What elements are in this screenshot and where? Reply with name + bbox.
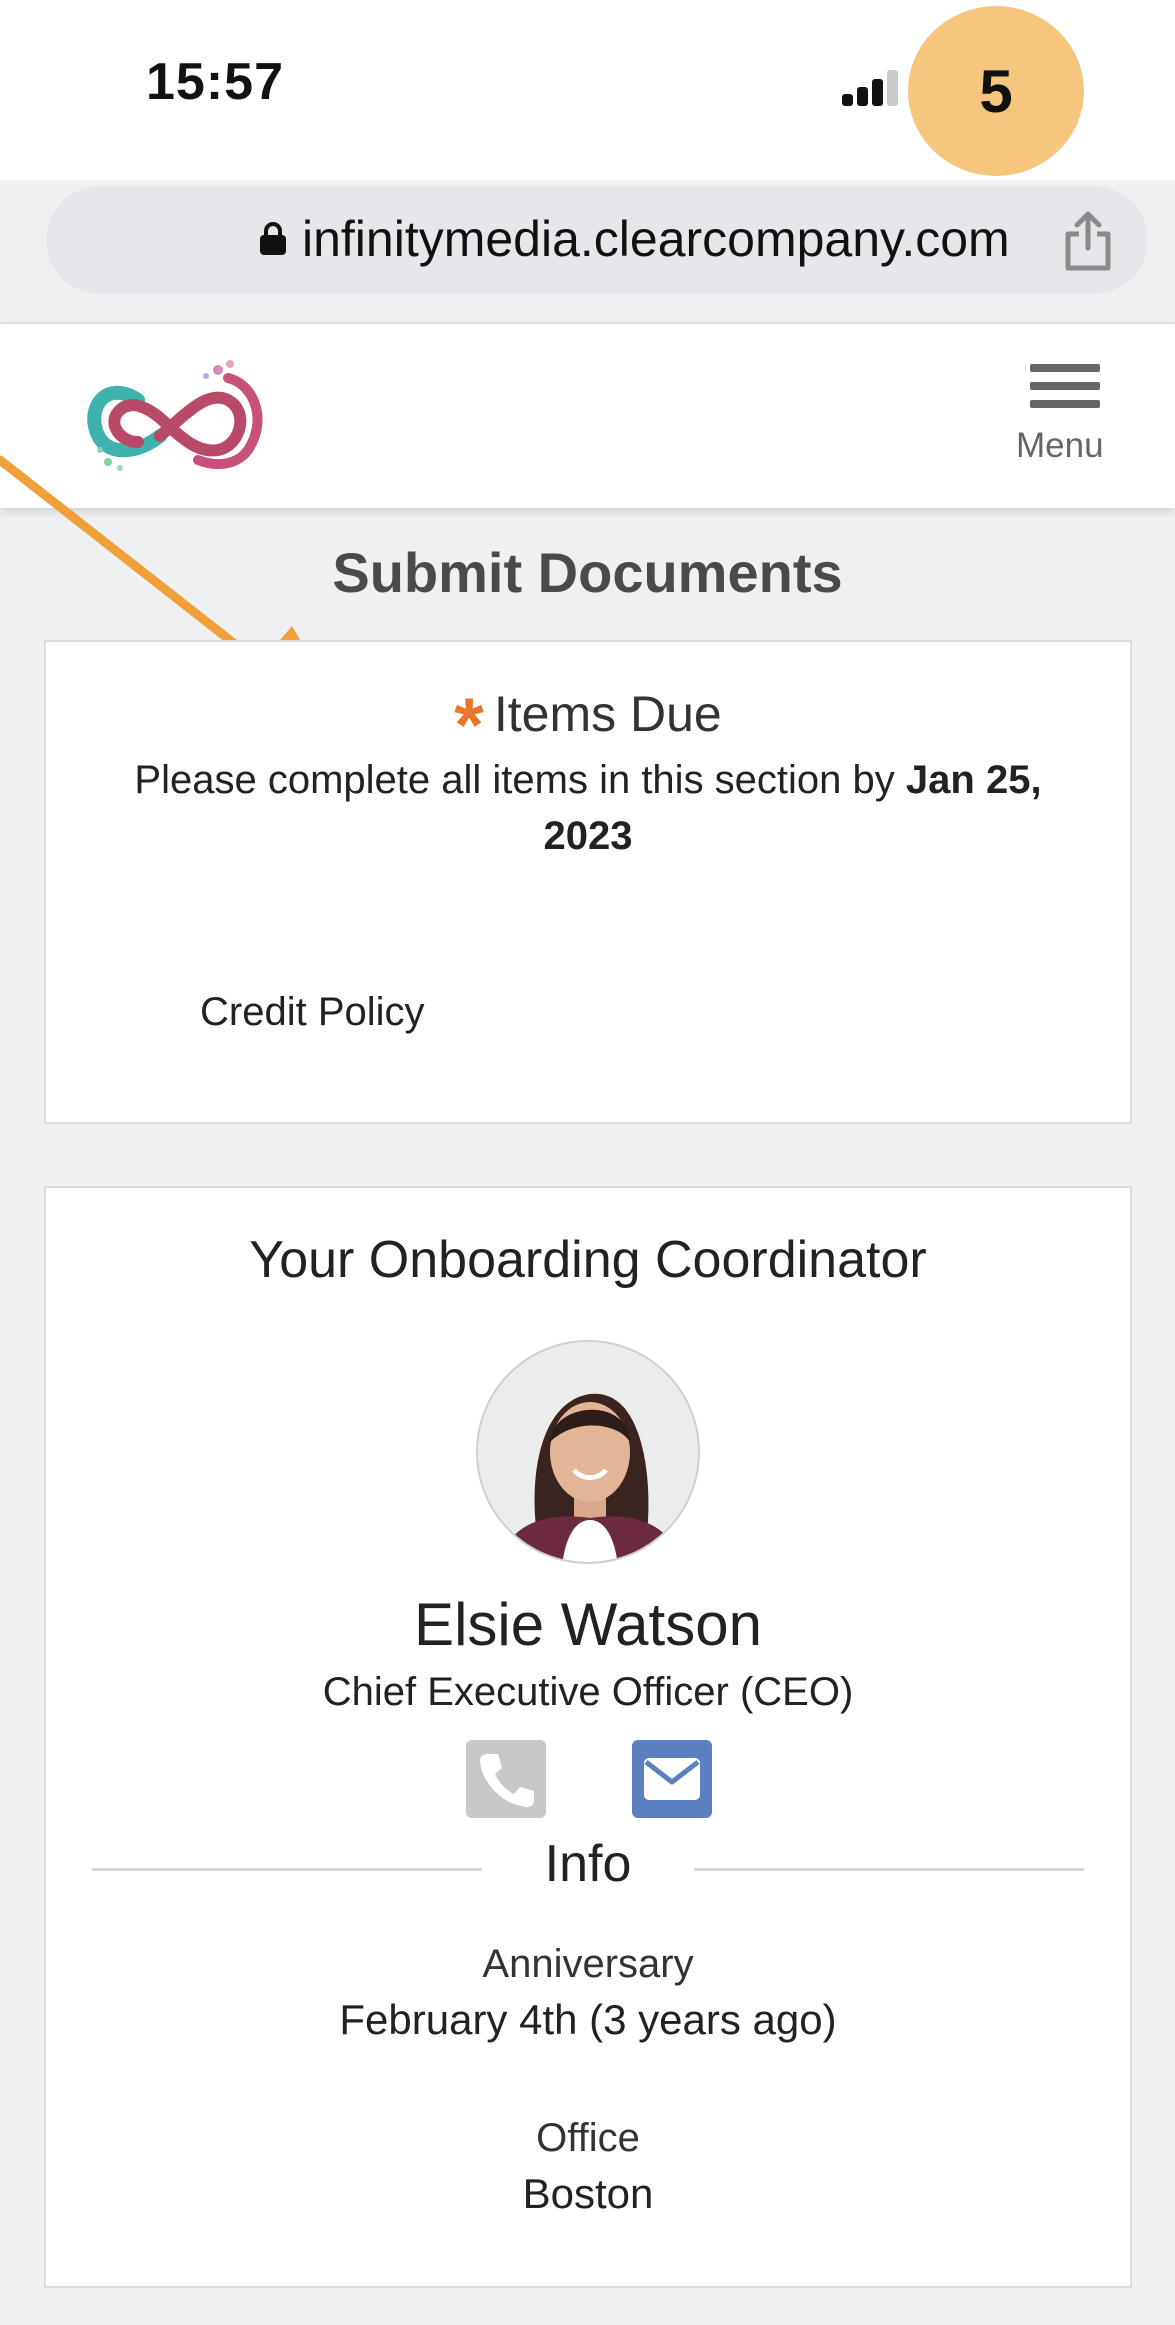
- menu-button[interactable]: Menu: [1010, 364, 1130, 474]
- anniversary-label: Anniversary: [482, 1942, 694, 1986]
- status-bar: 15:57 5: [0, 0, 1175, 180]
- avatar: [476, 1340, 700, 1564]
- cellular-signal-icon: [842, 68, 898, 106]
- phone-icon: [480, 1754, 534, 1807]
- anniversary-value: February 4th (3 years ago): [339, 1996, 837, 2043]
- mail-button[interactable]: [632, 1740, 712, 1818]
- menu-label: Menu: [1016, 426, 1104, 465]
- coordinator-heading: Your Onboarding Coordinator: [249, 1231, 927, 1289]
- url-text: infinitymedia.clearcompany.com: [302, 211, 1010, 267]
- due-instruction-text: Please complete all items in this sectio…: [134, 758, 895, 802]
- items-due-label: Items Due: [493, 686, 722, 742]
- hamburger-menu-icon: [1030, 364, 1100, 372]
- due-instructions: Please complete all items in this sectio…: [86, 752, 1090, 864]
- items-due-card: * Items Due Please complete all items in …: [44, 640, 1132, 1124]
- office-label: Office: [536, 2116, 640, 2160]
- mail-icon: [644, 1758, 700, 1800]
- coordinator-card: Your Onboarding Coordinator Elsie Watson…: [44, 1186, 1132, 2288]
- item-credit-policy[interactable]: Credit Policy: [200, 990, 425, 1035]
- page-title: Submit Documents: [332, 541, 843, 604]
- phone-button[interactable]: [466, 1740, 546, 1818]
- coordinator-role: Chief Executive Officer (CEO): [322, 1670, 854, 1714]
- office-value: Boston: [522, 2170, 654, 2217]
- info-heading: Info: [544, 1835, 632, 1893]
- address-bar[interactable]: infinitymedia.clearcompany.com: [46, 186, 1148, 294]
- lock-icon: [260, 222, 286, 255]
- coordinator-name: Elsie Watson: [414, 1591, 762, 1658]
- step-badge: 5: [908, 6, 1084, 176]
- share-icon[interactable]: [1058, 208, 1118, 272]
- status-time: 15:57: [146, 53, 284, 111]
